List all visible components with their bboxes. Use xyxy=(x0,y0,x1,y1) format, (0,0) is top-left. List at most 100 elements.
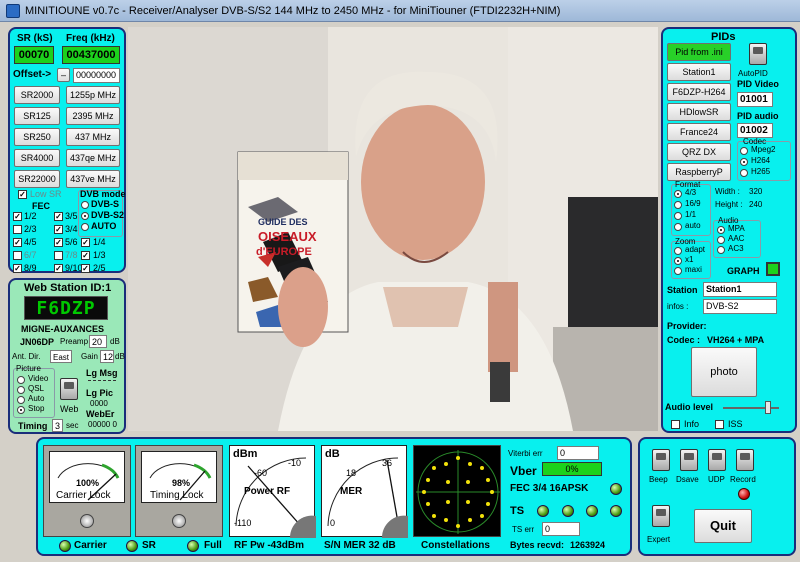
audio-level-label: Audio level xyxy=(665,402,714,412)
pid-preset-station1[interactable]: Station1 xyxy=(667,63,731,81)
offset-sign-button[interactable]: – xyxy=(57,68,70,82)
format-1-1-radio[interactable] xyxy=(674,212,682,220)
fec-modulation: FEC 3/4 16APSK xyxy=(510,483,589,494)
dvb-mode-title: DVB mode xyxy=(80,189,126,199)
sr-value-display[interactable]: 00070 xyxy=(14,46,54,64)
audio-aac-radio[interactable] xyxy=(717,236,725,244)
antdir-input[interactable]: East xyxy=(50,350,72,363)
pid-video-input[interactable]: 01001 xyxy=(737,92,773,107)
quit-button[interactable]: Quit xyxy=(694,509,752,543)
beep-toggle[interactable] xyxy=(652,449,670,471)
graph-label: GRAPH xyxy=(727,266,760,276)
info-checkbox[interactable] xyxy=(671,420,680,429)
dvb-s2-radio[interactable] xyxy=(81,212,89,220)
udp-toggle[interactable] xyxy=(708,449,726,471)
picture-stop-radio[interactable] xyxy=(17,406,25,414)
zoom-x1-radio[interactable] xyxy=(674,257,682,265)
sr-preset-button-3[interactable]: SR250 xyxy=(14,128,60,146)
pid-from-ini-button[interactable]: Pid from .ini xyxy=(667,43,731,61)
pid-preset-qrz-dx[interactable]: QRZ DX xyxy=(667,143,731,161)
fec-checkbox-1-2[interactable]: ✓ xyxy=(13,212,22,221)
pid-preset-raspberryp[interactable]: RaspberryP xyxy=(667,163,731,181)
lg-pic-value: 0000 xyxy=(90,399,108,408)
pid-preset-hdlowsr[interactable]: HDlowSR xyxy=(667,103,731,121)
freq-value-display[interactable]: 00437000 xyxy=(62,46,120,64)
pids-title: PIDs xyxy=(711,31,736,43)
dsave-toggle[interactable] xyxy=(680,449,698,471)
dvb-s-radio[interactable] xyxy=(81,201,89,209)
gain-label: Gain xyxy=(81,352,98,361)
codec-mpeg2-radio[interactable] xyxy=(740,147,748,155)
zoom-adapt-radio[interactable] xyxy=(674,247,682,255)
autopid-toggle[interactable] xyxy=(749,43,767,65)
constellation-display xyxy=(413,445,501,537)
fec-checkbox-4-5[interactable]: ✓ xyxy=(13,238,22,247)
picture-auto-radio[interactable] xyxy=(17,396,25,404)
rf-unit: dBm xyxy=(233,448,258,460)
timing-label: Timing xyxy=(18,421,48,431)
fec-checkbox-2-5[interactable]: ✓ xyxy=(81,264,90,273)
fec-checkbox-3-5[interactable]: ✓ xyxy=(54,212,63,221)
locator: JN06DP xyxy=(20,337,55,347)
freq-preset-button-1[interactable]: 1255p MHz xyxy=(66,86,120,104)
fec-checkbox-3-4[interactable]: ✓ xyxy=(54,225,63,234)
sr-preset-button-5[interactable]: SR22000 xyxy=(14,170,60,188)
codec-h264-label: H264 xyxy=(751,156,771,165)
picture-qsl-radio[interactable] xyxy=(17,386,25,394)
iss-checkbox[interactable] xyxy=(715,420,724,429)
freq-preset-button-4[interactable]: 437qe MHz xyxy=(66,149,120,167)
codec-h264-radio[interactable] xyxy=(740,158,748,166)
format-auto-radio[interactable] xyxy=(674,223,682,231)
sr-preset-button-4[interactable]: SR4000 xyxy=(14,149,60,167)
fec-label-9-10: 9/10 xyxy=(65,263,83,273)
zoom-maxi-radio[interactable] xyxy=(674,267,682,275)
fec-checkbox-1-3[interactable]: ✓ xyxy=(81,251,90,260)
freq-preset-button-5[interactable]: 437ve MHz xyxy=(66,170,120,188)
sr-preset-button-2[interactable]: SR125 xyxy=(14,107,60,125)
fec-checkbox-9-10[interactable]: ✓ xyxy=(54,264,63,273)
pid-preset-france24[interactable]: France24 xyxy=(667,123,731,141)
fec-checkbox-5-6[interactable]: ✓ xyxy=(54,238,63,247)
zoom-maxi-label: maxi xyxy=(685,265,702,274)
carrier-gauge-frame: 100% Carrier Lock xyxy=(43,445,131,537)
audio-level-knob[interactable] xyxy=(764,401,771,414)
dvb-s2-label: DVB-S2 xyxy=(91,210,125,220)
fec-checkbox-8-9[interactable]: ✓ xyxy=(13,264,22,273)
carrier-lamp xyxy=(59,540,71,552)
offset-input[interactable]: 00000000 xyxy=(73,68,120,83)
record-toggle[interactable] xyxy=(736,449,754,471)
timing-input[interactable]: 3 xyxy=(52,419,63,432)
station-input[interactable]: Station1 xyxy=(703,282,777,297)
sr-preset-button-1[interactable]: SR2000 xyxy=(14,86,60,104)
width-value: 320 xyxy=(749,187,763,196)
fec-checkbox-1-4[interactable]: ✓ xyxy=(81,238,90,247)
mer-tick-low: 0 xyxy=(330,518,336,528)
audio-ac3-radio[interactable] xyxy=(717,246,725,254)
dvb-auto-radio[interactable] xyxy=(81,223,89,231)
infos-input[interactable]: DVB-S2 xyxy=(703,299,777,314)
expert-toggle[interactable] xyxy=(652,505,670,527)
vber-label: Vber xyxy=(510,464,537,478)
fec-checkbox-6-7[interactable] xyxy=(13,251,22,260)
pid-audio-input[interactable]: 01002 xyxy=(737,123,773,138)
freq-preset-button-3[interactable]: 437 MHz xyxy=(66,128,120,146)
fec-checkbox-7-8[interactable] xyxy=(54,251,63,260)
low-sr-checkbox[interactable]: ✓ xyxy=(18,190,27,199)
gain-input[interactable]: 12 xyxy=(100,350,114,363)
preamp-unit: dB xyxy=(110,337,120,346)
format-4-3-radio[interactable] xyxy=(674,190,682,198)
preamp-input[interactable]: 20 xyxy=(89,335,107,348)
web-toggle[interactable] xyxy=(60,378,78,400)
graph-checkbox[interactable] xyxy=(766,262,780,276)
audio-mpa-radio[interactable] xyxy=(717,226,725,234)
format-16-9-radio[interactable] xyxy=(674,201,682,209)
codec-h265-radio[interactable] xyxy=(740,169,748,177)
freq-preset-button-2[interactable]: 2395 MHz xyxy=(66,107,120,125)
lg-pic-label: Lg Pic xyxy=(86,388,114,398)
fec-label-3-5: 3/5 xyxy=(65,211,78,221)
record-label: Record xyxy=(730,475,756,484)
photo-button[interactable]: photo xyxy=(691,347,757,397)
fec-checkbox-2-3[interactable] xyxy=(13,225,22,234)
picture-video-radio[interactable] xyxy=(17,376,25,384)
pid-preset-f6dzp-h264[interactable]: F6DZP-H264 xyxy=(667,83,731,101)
